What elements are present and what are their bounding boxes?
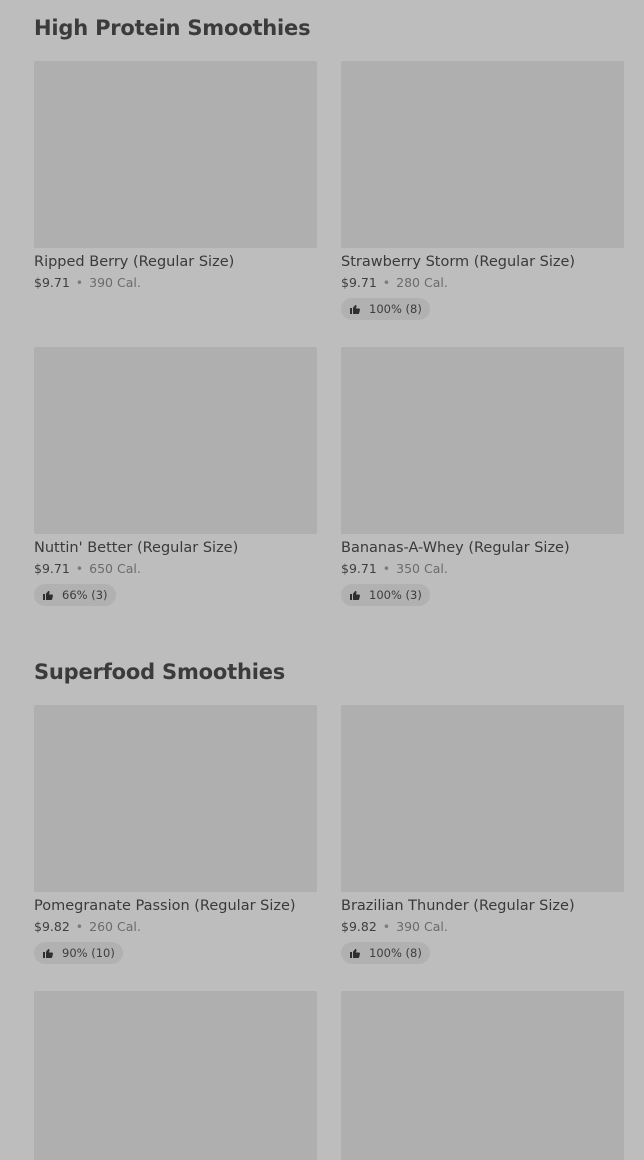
item-calories: 260 Cal. bbox=[89, 919, 141, 934]
thumbs-up-icon bbox=[350, 305, 360, 314]
item-image[interactable] bbox=[341, 347, 624, 534]
thumbs-up-icon bbox=[43, 949, 53, 958]
item-image[interactable] bbox=[34, 705, 317, 892]
item-calories: 280 Cal. bbox=[396, 275, 448, 290]
item-calories: 390 Cal. bbox=[89, 275, 141, 290]
rating-text: 90% (10) bbox=[62, 946, 115, 960]
meta-separator: • bbox=[382, 275, 391, 290]
rating-text: 66% (3) bbox=[62, 588, 108, 602]
item-image[interactable] bbox=[34, 991, 317, 1160]
menu-item-partial-right[interactable] bbox=[341, 991, 624, 1160]
item-meta: $9.82 • 390 Cal. bbox=[341, 919, 624, 934]
menu-item-bananas-a-whey[interactable]: Bananas-A-Whey (Regular Size) $9.71 • 35… bbox=[341, 347, 624, 606]
item-image[interactable] bbox=[34, 347, 317, 534]
item-meta: $9.82 • 260 Cal. bbox=[34, 919, 317, 934]
rating-badge: 100% (8) bbox=[341, 942, 430, 964]
item-meta: $9.71 • 280 Cal. bbox=[341, 275, 624, 290]
item-meta: $9.71 • 390 Cal. bbox=[34, 275, 317, 290]
section-title-superfood: Superfood Smoothies bbox=[34, 660, 286, 684]
meta-separator: • bbox=[382, 919, 391, 934]
meta-separator: • bbox=[75, 275, 84, 290]
item-image[interactable] bbox=[341, 61, 624, 248]
meta-separator: • bbox=[75, 561, 84, 576]
rating-text: 100% (8) bbox=[369, 946, 422, 960]
item-image[interactable] bbox=[341, 991, 624, 1160]
meta-separator: • bbox=[382, 561, 391, 576]
rating-badge: 90% (10) bbox=[34, 942, 123, 964]
thumbs-up-icon bbox=[350, 949, 360, 958]
item-price: $9.82 bbox=[34, 919, 70, 934]
rating-badge: 100% (3) bbox=[341, 584, 430, 606]
item-price: $9.71 bbox=[34, 561, 70, 576]
item-name: Brazilian Thunder (Regular Size) bbox=[341, 898, 575, 914]
item-meta: $9.71 • 350 Cal. bbox=[341, 561, 624, 576]
thumbs-up-icon bbox=[350, 591, 360, 600]
item-price: $9.71 bbox=[34, 275, 70, 290]
thumbs-up-icon bbox=[43, 591, 53, 600]
item-name: Ripped Berry (Regular Size) bbox=[34, 254, 235, 270]
rating-text: 100% (3) bbox=[369, 588, 422, 602]
rating-text: 100% (8) bbox=[369, 302, 422, 316]
item-image[interactable] bbox=[34, 61, 317, 248]
meta-separator: • bbox=[75, 919, 84, 934]
menu-item-brazilian-thunder[interactable]: Brazilian Thunder (Regular Size) $9.82 •… bbox=[341, 705, 624, 964]
menu-item-ripped-berry[interactable]: Ripped Berry (Regular Size) $9.71 • 390 … bbox=[34, 61, 317, 290]
item-calories: 650 Cal. bbox=[89, 561, 141, 576]
rating-badge: 100% (8) bbox=[341, 298, 430, 320]
section-title-high-protein: High Protein Smoothies bbox=[34, 16, 311, 40]
item-price: $9.71 bbox=[341, 275, 377, 290]
item-calories: 350 Cal. bbox=[396, 561, 448, 576]
item-meta: $9.71 • 650 Cal. bbox=[34, 561, 317, 576]
menu-item-nuttin-better[interactable]: Nuttin' Better (Regular Size) $9.71 • 65… bbox=[34, 347, 317, 606]
menu-item-partial-left[interactable] bbox=[34, 991, 317, 1160]
rating-badge: 66% (3) bbox=[34, 584, 116, 606]
menu-item-strawberry-storm[interactable]: Strawberry Storm (Regular Size) $9.71 • … bbox=[341, 61, 624, 320]
item-name: Nuttin' Better (Regular Size) bbox=[34, 540, 239, 556]
item-name: Bananas-A-Whey (Regular Size) bbox=[341, 540, 570, 556]
item-image[interactable] bbox=[341, 705, 624, 892]
item-price: $9.71 bbox=[341, 561, 377, 576]
menu-page: High Protein Smoothies Ripped Berry (Reg… bbox=[0, 0, 644, 1160]
item-calories: 390 Cal. bbox=[396, 919, 448, 934]
item-name: Strawberry Storm (Regular Size) bbox=[341, 254, 576, 270]
item-name: Pomegranate Passion (Regular Size) bbox=[34, 898, 296, 914]
item-price: $9.82 bbox=[341, 919, 377, 934]
menu-item-pomegranate-passion[interactable]: Pomegranate Passion (Regular Size) $9.82… bbox=[34, 705, 317, 964]
